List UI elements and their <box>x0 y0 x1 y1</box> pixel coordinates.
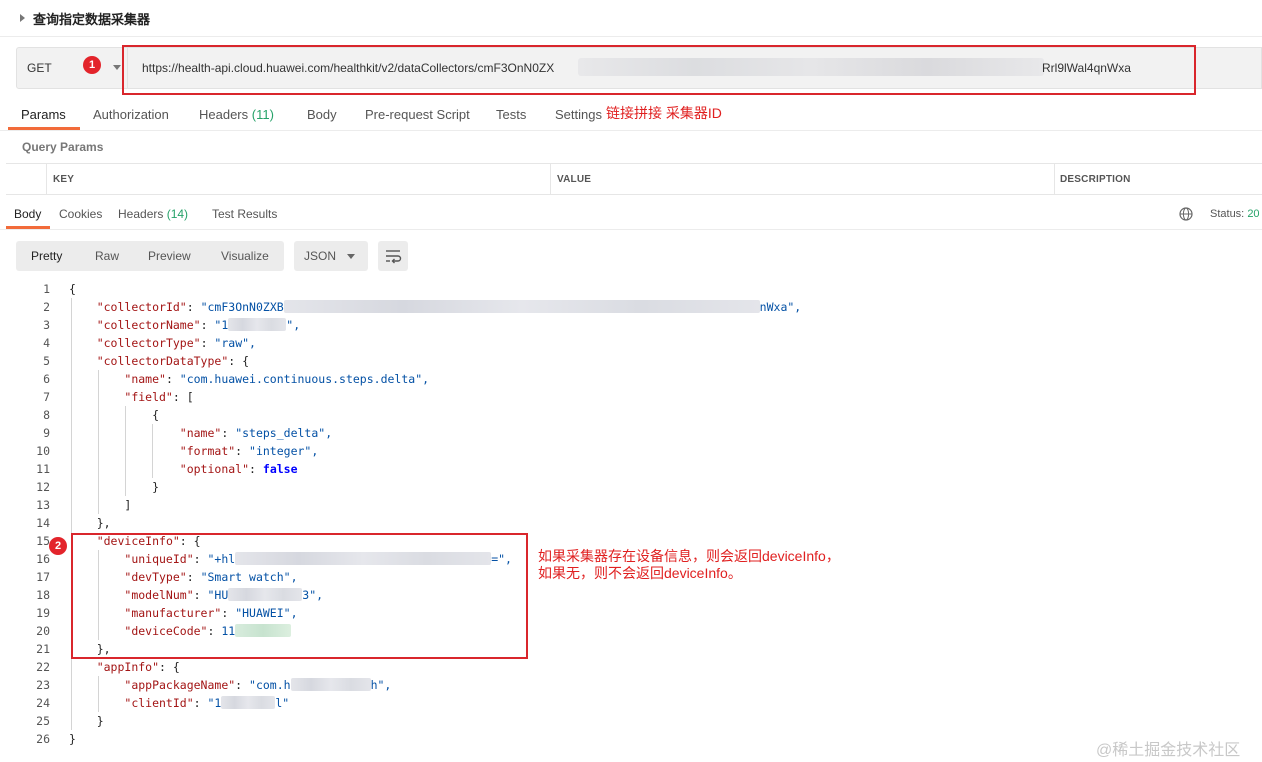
code-line: "name": "com.huawei.continuous.steps.del… <box>124 372 430 386</box>
line-number: 19 <box>36 606 50 620</box>
line-number: 6 <box>43 372 50 386</box>
watermark: @稀土掘金技术社区 <box>1096 742 1241 759</box>
tab-body[interactable]: Body <box>307 107 337 122</box>
device-info-highlight-box <box>71 533 528 659</box>
wrap-lines-button[interactable] <box>378 241 408 271</box>
tab-authorization[interactable]: Authorization <box>93 107 169 122</box>
line-number: 2 <box>43 300 50 314</box>
divider <box>0 229 1262 230</box>
expand-triangle-icon[interactable] <box>20 14 25 22</box>
code-line: { <box>69 282 76 296</box>
line-number: 11 <box>36 462 50 476</box>
tab-settings[interactable]: Settings <box>555 107 602 122</box>
line-number: 14 <box>36 516 50 530</box>
annotation-device-info: 如果采集器存在设备信息，则会返回deviceInfo， 如果无，则不会返回dev… <box>538 548 840 582</box>
line-number: 3 <box>43 318 50 332</box>
method-label: GET <box>27 61 52 75</box>
tab-tests[interactable]: Tests <box>496 107 526 122</box>
status-indicator: Status: 20 <box>1210 208 1260 220</box>
code-line: "appPackageName": "com.h h", <box>124 678 392 692</box>
chevron-down-icon[interactable] <box>113 65 121 70</box>
column-header-key: KEY <box>53 174 75 185</box>
request-title-row[interactable]: 查询指定数据采集器 <box>20 8 150 28</box>
code-line: }, <box>69 516 111 530</box>
table-border <box>6 194 1262 195</box>
code-line: } <box>69 714 104 728</box>
line-number: 17 <box>36 570 50 584</box>
column-divider <box>550 163 551 195</box>
code-line: "collectorName": "1 ", <box>96 318 301 332</box>
line-number: 18 <box>36 588 50 602</box>
code-line: } <box>69 480 160 494</box>
line-number: 20 <box>36 624 50 638</box>
line-number: 4 <box>43 336 50 350</box>
code-line: "format": "integer", <box>179 444 319 458</box>
annotation-line: 如果无，则不会返回deviceInfo。 <box>538 565 742 581</box>
code-line: "collectorType": "raw", <box>96 336 256 350</box>
line-number: 24 <box>36 696 50 710</box>
column-divider <box>1054 163 1055 195</box>
badge-1: 1 <box>83 56 101 74</box>
query-params-title: Query Params <box>22 140 104 154</box>
annotation-line: 如果采集器存在设备信息，则会返回deviceInfo， <box>538 548 840 564</box>
view-visualize-button[interactable]: Visualize <box>221 249 269 263</box>
globe-icon[interactable] <box>1179 207 1193 221</box>
line-number: 21 <box>36 642 50 656</box>
code-line: } <box>69 732 76 746</box>
response-tab-cookies[interactable]: Cookies <box>59 207 102 221</box>
line-number: 12 <box>36 480 50 494</box>
response-tab-body[interactable]: Body <box>14 207 41 221</box>
code-line: "name": "steps_delta", <box>179 426 333 440</box>
code-line: ] <box>69 498 132 512</box>
code-line: "clientId": "1 l" <box>124 696 290 710</box>
line-number: 13 <box>36 498 50 512</box>
line-number: 10 <box>36 444 50 458</box>
column-divider <box>46 163 47 195</box>
tab-pre-request-script[interactable]: Pre-request Script <box>365 107 470 122</box>
view-pretty-button[interactable]: Pretty <box>31 249 62 263</box>
divider <box>0 36 1262 37</box>
line-number: 8 <box>43 408 50 422</box>
code-line: { <box>69 408 160 422</box>
code-line: "collectorId": "cmF3OnN0ZXB nWxa", <box>96 300 802 314</box>
chevron-down-icon <box>347 254 355 259</box>
response-tab-test-results[interactable]: Test Results <box>212 207 277 221</box>
line-number: 1 <box>43 282 50 296</box>
code-line: "collectorDataType": { <box>96 354 250 368</box>
code-line: "field": [ <box>124 390 194 404</box>
line-number: 9 <box>43 426 50 440</box>
annotation-url: 链接拼接 采集器ID <box>606 105 722 121</box>
column-header-value: VALUE <box>557 174 592 185</box>
code-line: "optional": false <box>179 462 298 476</box>
table-border <box>6 163 1262 164</box>
line-number: 16 <box>36 552 50 566</box>
url-highlight-box <box>122 45 1196 95</box>
view-preview-button[interactable]: Preview <box>148 249 191 263</box>
response-tab-headers[interactable]: Headers (14) <box>118 207 188 221</box>
column-header-description: DESCRIPTION <box>1060 174 1131 185</box>
line-number: 26 <box>36 732 50 746</box>
badge-2: 2 <box>49 537 67 555</box>
line-number: 5 <box>43 354 50 368</box>
line-number: 7 <box>43 390 50 404</box>
divider <box>0 130 1262 131</box>
wrap-icon <box>386 250 402 264</box>
line-number: 23 <box>36 678 50 692</box>
request-title: 查询指定数据采集器 <box>33 11 151 27</box>
tab-params[interactable]: Params <box>21 107 66 122</box>
code-line: "appInfo": { <box>96 660 180 674</box>
view-raw-button[interactable]: Raw <box>95 249 119 263</box>
tab-headers[interactable]: Headers (11) <box>199 107 274 122</box>
line-number: 25 <box>36 714 50 728</box>
line-number: 15 <box>36 534 50 548</box>
line-number: 22 <box>36 660 50 674</box>
format-label: JSON <box>304 249 337 263</box>
